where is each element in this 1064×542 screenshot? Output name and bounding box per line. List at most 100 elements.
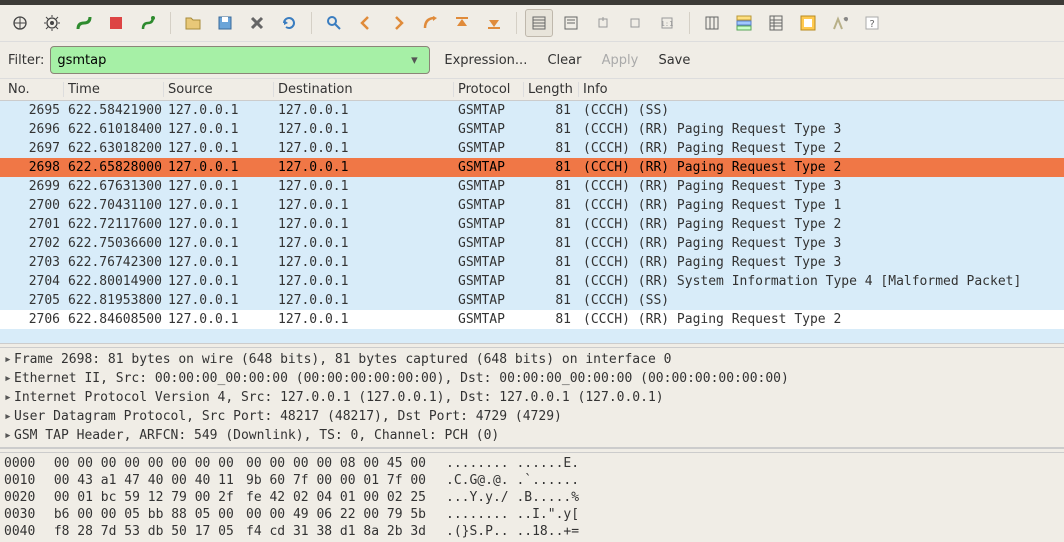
options-icon[interactable]	[38, 9, 66, 37]
cell-length: 81	[524, 139, 579, 158]
expand-arrow-icon[interactable]: ▸	[4, 350, 14, 369]
packet-row[interactable]: 2701622.72117600127.0.0.1127.0.0.1GSMTAP…	[0, 215, 1064, 234]
packet-row[interactable]: 2705622.81953800127.0.0.1127.0.0.1GSMTAP…	[0, 291, 1064, 310]
hex-row[interactable]: 0000 00 00 00 00 00 00 00 00 00 00 00 00…	[4, 455, 1060, 472]
go-last-icon[interactable]	[480, 9, 508, 37]
expand-arrow-icon[interactable]: ▸	[4, 426, 14, 445]
hex-row[interactable]: 0010 00 43 a1 47 40 00 40 11 9b 60 7f 00…	[4, 472, 1060, 489]
packet-details-pane[interactable]: ▸Frame 2698: 81 bytes on wire (648 bits)…	[0, 348, 1064, 448]
save-file-icon[interactable]	[211, 9, 239, 37]
reload-icon[interactable]	[275, 9, 303, 37]
hex-row[interactable]: 0030 b6 00 00 05 bb 88 05 00 00 00 49 06…	[4, 506, 1060, 523]
filter-input[interactable]	[57, 53, 405, 68]
go-to-packet-icon[interactable]	[416, 9, 444, 37]
main-toolbar: 1:1 ?	[0, 5, 1064, 42]
tree-item[interactable]: ▸GSM TAP Header, ARFCN: 549 (Downlink), …	[4, 426, 1060, 445]
cell-info: (CCCH) (RR) Paging Request Type 2	[579, 139, 1060, 158]
expand-arrow-icon[interactable]: ▸	[4, 369, 14, 388]
zoom-100-icon[interactable]: 1:1	[653, 9, 681, 37]
expand-arrow-icon[interactable]: ▸	[4, 407, 14, 426]
filter-dropdown-icon[interactable]: ▾	[405, 53, 423, 68]
hex-offset: 0000	[4, 455, 46, 472]
cell-source: 127.0.0.1	[164, 234, 274, 253]
tree-item[interactable]: ▸Frame 2698: 81 bytes on wire (648 bits)…	[4, 350, 1060, 369]
packet-row[interactable]: 2695622.58421900127.0.0.1127.0.0.1GSMTAP…	[0, 101, 1064, 120]
packet-row[interactable]: 2703622.76742300127.0.0.1127.0.0.1GSMTAP…	[0, 253, 1064, 272]
open-file-icon[interactable]	[179, 9, 207, 37]
save-button[interactable]: Save	[658, 53, 690, 68]
filter-actions: Expression... Clear Apply Save	[436, 53, 698, 68]
cell-time: 622.75036600	[64, 234, 164, 253]
cell-length: 81	[524, 272, 579, 291]
preferences-icon[interactable]	[826, 9, 854, 37]
tree-label: Frame 2698: 81 bytes on wire (648 bits),…	[14, 352, 671, 367]
cell-protocol: GSMTAP	[454, 120, 524, 139]
toolbar-separator	[311, 12, 312, 34]
packet-row[interactable]: 2704622.80014900127.0.0.1127.0.0.1GSMTAP…	[0, 272, 1064, 291]
go-first-icon[interactable]	[448, 9, 476, 37]
packet-bytes-pane[interactable]: 0000 00 00 00 00 00 00 00 00 00 00 00 00…	[0, 453, 1064, 542]
packet-list[interactable]: 2695622.58421900127.0.0.1127.0.0.1GSMTAP…	[0, 101, 1064, 343]
coloring-rules-icon[interactable]	[794, 9, 822, 37]
col-source[interactable]: Source	[164, 82, 274, 97]
hex-bytes: 00 00 00 00 00 00 00 00	[46, 455, 246, 472]
hex-row[interactable]: 0040 f8 28 7d 53 db 50 17 05 f4 cd 31 38…	[4, 523, 1060, 540]
tree-item[interactable]: ▸User Datagram Protocol, Src Port: 48217…	[4, 407, 1060, 426]
packet-row[interactable]: 2702622.75036600127.0.0.1127.0.0.1GSMTAP…	[0, 234, 1064, 253]
hex-offset: 0030	[4, 506, 46, 523]
packet-row[interactable]: 2698622.65828000127.0.0.1127.0.0.1GSMTAP…	[0, 158, 1064, 177]
packet-list-header[interactable]: No. Time Source Destination Protocol Len…	[0, 79, 1064, 101]
hex-bytes: 9b 60 7f 00 00 01 7f 00	[246, 472, 446, 489]
capture-stop-icon[interactable]	[102, 9, 130, 37]
packet-row[interactable]: 2700622.70431100127.0.0.1127.0.0.1GSMTAP…	[0, 196, 1064, 215]
cell-time: 622.63018200	[64, 139, 164, 158]
cell-protocol: GSMTAP	[454, 139, 524, 158]
zoom-out-icon[interactable]	[621, 9, 649, 37]
apply-button[interactable]: Apply	[602, 53, 639, 68]
col-time[interactable]: Time	[64, 82, 164, 97]
cell-info: (CCCH) (RR) Paging Request Type 1	[579, 196, 1060, 215]
find-icon[interactable]	[320, 9, 348, 37]
cell-no: 2706	[4, 310, 64, 329]
cell-protocol: GSMTAP	[454, 215, 524, 234]
cell-no: 2700	[4, 196, 64, 215]
filter-input-wrap[interactable]: ▾	[50, 46, 430, 74]
go-forward-icon[interactable]	[384, 9, 412, 37]
capture-start-icon[interactable]	[70, 9, 98, 37]
display-filters-icon[interactable]	[762, 9, 790, 37]
col-length[interactable]: Length	[524, 82, 579, 97]
tree-item[interactable]: ▸Internet Protocol Version 4, Src: 127.0…	[4, 388, 1060, 407]
hex-ascii: ........ ..I.".y[	[446, 506, 579, 523]
expand-arrow-icon[interactable]: ▸	[4, 388, 14, 407]
clear-button[interactable]: Clear	[547, 53, 581, 68]
cell-no: 2696	[4, 120, 64, 139]
cell-info: (CCCH) (RR) Paging Request Type 3	[579, 120, 1060, 139]
col-protocol[interactable]: Protocol	[454, 82, 524, 97]
expression-button[interactable]: Expression...	[444, 53, 527, 68]
zoom-in-icon[interactable]	[589, 9, 617, 37]
capture-restart-icon[interactable]	[134, 9, 162, 37]
col-destination[interactable]: Destination	[274, 82, 454, 97]
cell-destination: 127.0.0.1	[274, 253, 454, 272]
go-back-icon[interactable]	[352, 9, 380, 37]
help-icon[interactable]: ?	[858, 9, 886, 37]
capture-filters-icon[interactable]	[730, 9, 758, 37]
auto-scroll-icon[interactable]	[557, 9, 585, 37]
close-file-icon[interactable]	[243, 9, 271, 37]
packet-row[interactable]: 2699622.67631300127.0.0.1127.0.0.1GSMTAP…	[0, 177, 1064, 196]
colorize-icon[interactable]	[525, 9, 553, 37]
packet-row[interactable]: 2697622.63018200127.0.0.1127.0.0.1GSMTAP…	[0, 139, 1064, 158]
cell-source: 127.0.0.1	[164, 253, 274, 272]
packet-row[interactable]: 2706622.84608500127.0.0.1127.0.0.1GSMTAP…	[0, 310, 1064, 329]
hex-offset: 0010	[4, 472, 46, 489]
interfaces-icon[interactable]	[6, 9, 34, 37]
col-info[interactable]: Info	[579, 82, 1060, 97]
packet-row[interactable]: 2696622.61018400127.0.0.1127.0.0.1GSMTAP…	[0, 120, 1064, 139]
cell-no: 2704	[4, 272, 64, 291]
col-no[interactable]: No.	[4, 82, 64, 97]
tree-item[interactable]: ▸Ethernet II, Src: 00:00:00_00:00:00 (00…	[4, 369, 1060, 388]
resize-columns-icon[interactable]	[698, 9, 726, 37]
cell-time: 622.65828000	[64, 158, 164, 177]
hex-row[interactable]: 0020 00 01 bc 59 12 79 00 2f fe 42 02 04…	[4, 489, 1060, 506]
cell-destination: 127.0.0.1	[274, 272, 454, 291]
